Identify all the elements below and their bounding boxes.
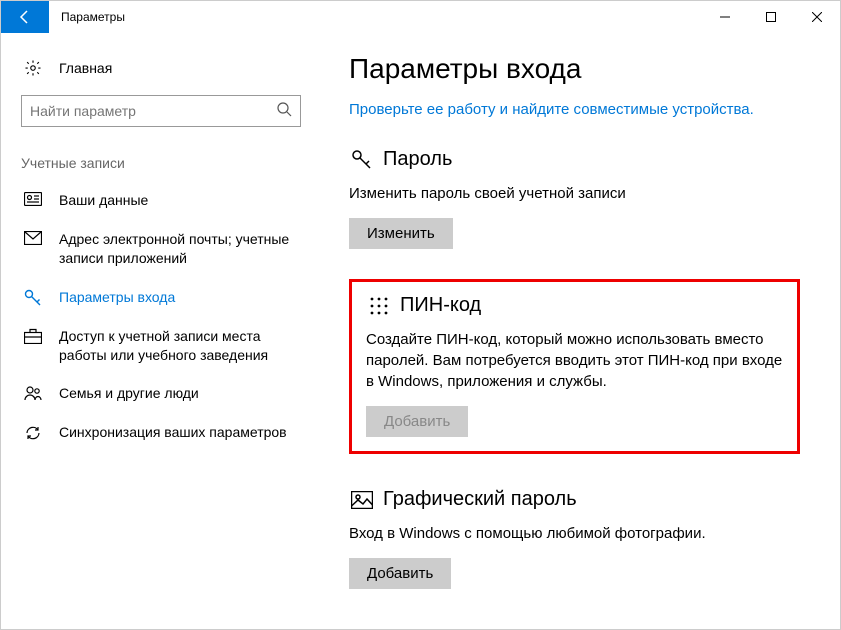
sidebar-item-sync[interactable]: Синхронизация ваших параметров xyxy=(1,413,321,452)
search-input-box[interactable] xyxy=(21,95,301,127)
section-title: Графический пароль xyxy=(383,488,577,511)
page-title: Параметры входа xyxy=(349,53,800,85)
key-icon xyxy=(349,149,375,171)
picture-icon xyxy=(349,491,375,509)
minimize-button[interactable] xyxy=(702,1,748,33)
sidebar: Главная Учетные записи Ваши данные Адрес… xyxy=(1,33,321,629)
sidebar-item-label: Семья и другие люди xyxy=(59,384,199,403)
section-desc: Вход в Windows с помощью любимой фотогра… xyxy=(349,523,789,544)
sidebar-item-email[interactable]: Адрес электронной почты; учетные записи … xyxy=(1,220,321,278)
mail-icon xyxy=(21,231,45,245)
window-controls xyxy=(702,1,840,33)
id-card-icon xyxy=(21,192,45,206)
section-title: Пароль xyxy=(383,148,452,171)
sidebar-item-your-info[interactable]: Ваши данные xyxy=(1,181,321,220)
sidebar-home[interactable]: Главная xyxy=(1,53,321,83)
briefcase-icon xyxy=(21,328,45,344)
section-pin: ПИН-код Создайте ПИН-код, который можно … xyxy=(366,294,783,437)
change-password-button[interactable]: Изменить xyxy=(349,218,453,249)
sidebar-item-label: Параметры входа xyxy=(59,288,175,307)
section-password: Пароль Изменить пароль своей учетной зап… xyxy=(349,138,800,259)
maximize-button[interactable] xyxy=(748,1,794,33)
people-icon xyxy=(21,385,45,401)
sidebar-item-family[interactable]: Семья и другие люди xyxy=(1,374,321,413)
section-desc: Создайте ПИН-код, который можно использо… xyxy=(366,329,783,392)
sync-icon xyxy=(21,424,45,442)
sidebar-item-label: Ваши данные xyxy=(59,191,148,210)
sidebar-item-label: Адрес электронной почты; учетные записи … xyxy=(59,230,301,268)
keypad-icon xyxy=(366,296,392,316)
section-picture-password: Графический пароль Вход в Windows с помо… xyxy=(349,478,800,599)
sidebar-item-signin-options[interactable]: Параметры входа xyxy=(1,278,321,317)
window-title: Параметры xyxy=(49,1,702,33)
back-button[interactable] xyxy=(1,1,49,33)
compatibility-link[interactable]: Проверьте ее работу и найдите совместимы… xyxy=(349,101,754,118)
section-title: ПИН-код xyxy=(400,294,481,317)
search-input[interactable] xyxy=(30,103,276,119)
sidebar-item-label: Синхронизация ваших параметров xyxy=(59,423,287,442)
section-desc: Изменить пароль своей учетной записи xyxy=(349,183,789,204)
close-button[interactable] xyxy=(794,1,840,33)
sidebar-category: Учетные записи xyxy=(1,147,321,181)
gear-icon xyxy=(21,59,45,77)
sidebar-item-work-access[interactable]: Доступ к учетной записи места работы или… xyxy=(1,317,321,375)
titlebar: Параметры xyxy=(1,1,840,33)
content-area: Параметры входа Проверьте ее работу и на… xyxy=(321,33,840,629)
key-icon xyxy=(21,289,45,307)
sidebar-home-label: Главная xyxy=(59,60,112,76)
search-icon xyxy=(276,101,292,122)
sidebar-item-label: Доступ к учетной записи места работы или… xyxy=(59,327,301,365)
add-picture-password-button[interactable]: Добавить xyxy=(349,558,451,589)
pin-highlight-box: ПИН-код Создайте ПИН-код, который можно … xyxy=(349,279,800,454)
add-pin-button[interactable]: Добавить xyxy=(366,406,468,437)
